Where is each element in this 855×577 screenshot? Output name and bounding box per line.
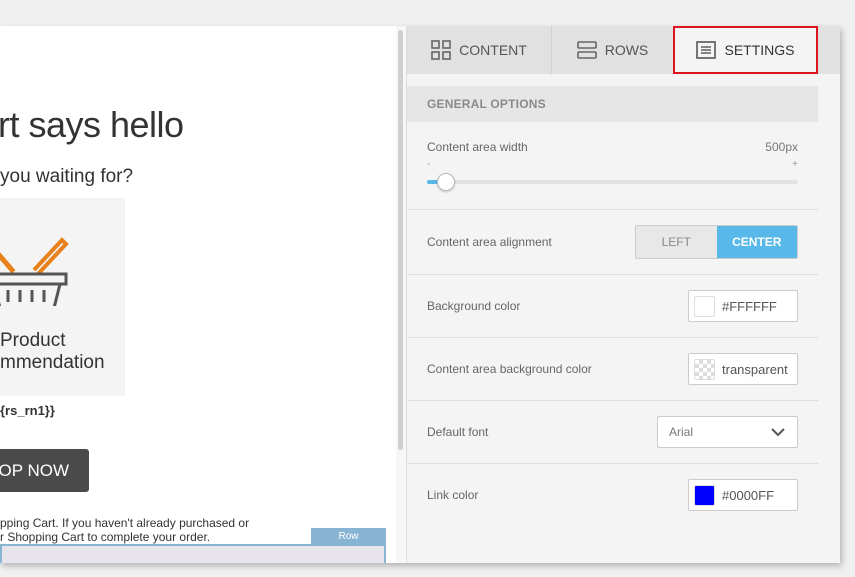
content-width-slider[interactable] bbox=[427, 173, 798, 191]
default-font-option: Default font Arial bbox=[407, 401, 818, 464]
background-color-option: Background color #FFFFFF bbox=[407, 275, 818, 338]
headline-text[interactable]: rt says hello bbox=[0, 104, 184, 146]
background-color-value: #FFFFFF bbox=[722, 298, 777, 314]
tab-rows-label: ROWS bbox=[604, 42, 649, 58]
default-font-label: Default font bbox=[427, 425, 489, 439]
alignment-toggle: LEFT CENTER bbox=[635, 225, 798, 259]
slider-max-label: + bbox=[792, 159, 798, 170]
link-color-value: #0000FF bbox=[722, 487, 775, 503]
content-bg-color-value: transparent bbox=[722, 361, 788, 377]
cart-line-2: r Shopping Cart to complete your order. bbox=[0, 530, 211, 544]
slider-min-label: - bbox=[427, 159, 431, 170]
content-alignment-option: Content area alignment LEFT CENTER bbox=[407, 210, 818, 275]
editor-window: rt says hello you waiting for? Product m… bbox=[0, 26, 840, 563]
subline-text[interactable]: you waiting for? bbox=[0, 166, 133, 188]
link-color-option: Link color #0000FF bbox=[407, 464, 818, 527]
transparent-swatch bbox=[694, 358, 715, 380]
scrollbar-thumb[interactable] bbox=[398, 30, 403, 450]
tab-settings[interactable]: SETTINGS bbox=[673, 26, 818, 74]
background-color-picker[interactable]: #FFFFFF bbox=[688, 290, 798, 322]
settings-panel: CONTENT ROWS SETTINGS GENERAL OPTIONS Co… bbox=[406, 26, 840, 563]
content-width-option: Content area width 500px - + bbox=[407, 122, 818, 210]
product-recommendation-label: Product mmendation bbox=[0, 330, 105, 374]
chevron-down-icon bbox=[771, 428, 785, 437]
content-width-value: 500px bbox=[765, 140, 798, 154]
background-color-label: Background color bbox=[427, 299, 521, 313]
slider-thumb[interactable] bbox=[436, 173, 455, 191]
panel-tabs: CONTENT ROWS SETTINGS bbox=[407, 26, 840, 74]
selected-row-outline[interactable] bbox=[0, 544, 386, 563]
tab-content-label: CONTENT bbox=[459, 42, 527, 58]
document-icon bbox=[696, 41, 717, 59]
cart-reminder-text[interactable]: pping Cart. If you haven't already purch… bbox=[0, 516, 249, 544]
content-bg-color-option: Content area background color transparen… bbox=[407, 338, 818, 401]
cart-line-1: pping Cart. If you haven't already purch… bbox=[0, 516, 250, 530]
row-tag[interactable]: Row bbox=[311, 528, 386, 545]
product-recommendation-block[interactable]: Product mmendation bbox=[0, 198, 125, 396]
default-font-select[interactable]: Arial bbox=[657, 416, 798, 448]
canvas-scrollbar[interactable] bbox=[396, 26, 406, 563]
email-canvas[interactable]: rt says hello you waiting for? Product m… bbox=[0, 26, 396, 563]
content-alignment-label: Content area alignment bbox=[427, 235, 552, 249]
rows-icon bbox=[576, 41, 597, 59]
tab-settings-label: SETTINGS bbox=[724, 42, 795, 58]
product-line-1: Product bbox=[0, 330, 66, 351]
link-color-swatch bbox=[694, 484, 715, 506]
general-options-header: GENERAL OPTIONS bbox=[407, 86, 818, 122]
align-center-button[interactable]: CENTER bbox=[716, 226, 797, 258]
grid-icon bbox=[431, 40, 451, 60]
tab-content[interactable]: CONTENT bbox=[407, 26, 552, 74]
product-line-2: mmendation bbox=[0, 352, 105, 373]
content-bg-color-label: Content area background color bbox=[427, 362, 592, 376]
tab-rows[interactable]: ROWS bbox=[552, 26, 674, 74]
default-font-value: Arial bbox=[669, 425, 694, 439]
content-bg-color-picker[interactable]: transparent bbox=[688, 353, 798, 385]
background-color-swatch bbox=[694, 295, 715, 317]
align-left-button[interactable]: LEFT bbox=[636, 226, 717, 258]
shop-now-button[interactable]: OP NOW bbox=[0, 449, 89, 492]
basket-icon bbox=[0, 237, 69, 306]
merge-tag-text[interactable]: {rs_rn1}} bbox=[0, 403, 55, 418]
link-color-label: Link color bbox=[427, 488, 479, 502]
link-color-picker[interactable]: #0000FF bbox=[688, 479, 798, 511]
content-width-label: Content area width bbox=[427, 140, 528, 154]
